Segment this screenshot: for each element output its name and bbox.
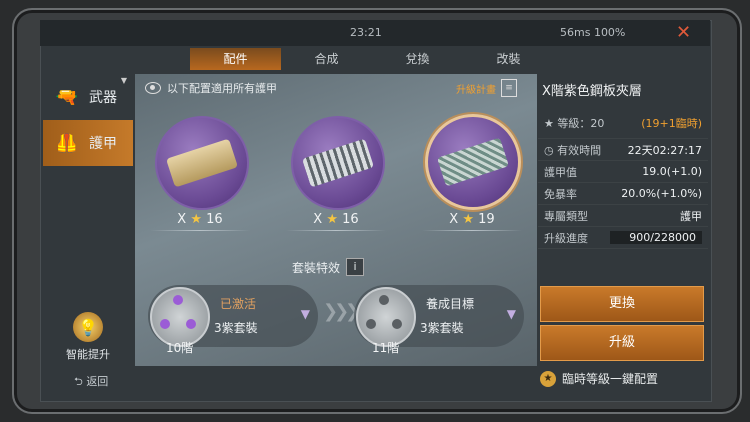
chevron-down-icon: ▼ — [506, 307, 516, 321]
smart-upgrade-button[interactable]: 💡 智能提升 — [58, 312, 118, 362]
badge-dot — [160, 319, 170, 329]
vest-icon: 🦺 — [55, 132, 79, 154]
set-status: 養成目標 — [426, 297, 475, 311]
upgrade-plan-label: 升級計畫 — [456, 84, 496, 96]
star-icon: ★ — [190, 212, 202, 227]
stat-row: 專屬類型 護甲 — [538, 205, 708, 227]
chevron-down-icon: ▼ — [120, 76, 127, 85]
set-effect-title: 套裝特效 i — [292, 258, 365, 276]
tab-parts[interactable]: 配件 — [190, 48, 281, 70]
left-nav: ▼ 🔫 武器 🦺 護甲 — [43, 74, 133, 166]
tab-bar: 配件 合成 兌換 改裝 — [190, 48, 554, 70]
back-arrow-icon: ⮌ — [74, 375, 83, 388]
divider — [422, 230, 522, 231]
set-badge-icon — [150, 287, 210, 347]
tab-exchange[interactable]: 兌換 — [372, 48, 463, 70]
set-count: 3紫套裝 — [214, 321, 258, 335]
stat-label: 護甲值 — [544, 165, 577, 179]
nav-item-armor[interactable]: 🦺 護甲 — [43, 120, 133, 166]
set-badge-icon — [356, 287, 416, 347]
set-effect-row: 已激活 3紫套裝 ▼ 10階 ❯❯❯ 養成目標 3紫套裝 ▼ 11階 — [148, 283, 528, 355]
stat-value: 20.0%(+1.0%) — [621, 187, 702, 200]
back-label: 返回 — [86, 375, 109, 388]
star-count: 16 — [342, 212, 359, 227]
eye-icon[interactable] — [145, 82, 161, 94]
stat-row: 護甲值 19.0(+1.0) — [538, 161, 708, 183]
time-value: 22天02:27:17 — [627, 143, 702, 157]
material-slot-1[interactable] — [155, 116, 249, 210]
nav-item-weapon[interactable]: ▼ 🔫 武器 — [43, 74, 133, 120]
badge-dot — [186, 319, 196, 329]
stat-row: 免暴率 20.0%(+1.0%) — [538, 183, 708, 205]
document-icon: ≡ — [501, 79, 517, 97]
upgrade-plan-button[interactable]: 升級計畫 ≡ — [456, 79, 517, 97]
quick-config-button[interactable]: ★ 臨時等級一鍵配置 — [540, 370, 658, 387]
level-row: ★ 等級：20 (19+1臨時) — [538, 108, 708, 139]
replace-button[interactable]: 更換 — [540, 286, 704, 322]
progress-value: 900/228000 — [610, 231, 702, 244]
notice-text: 以下配置適用所有護甲 — [167, 82, 277, 95]
pistol-icon: 🔫 — [55, 86, 79, 108]
material-slot-2[interactable] — [291, 116, 385, 210]
divider — [286, 230, 386, 231]
time-row: ◷ 有效時間 22天02:27:17 — [538, 139, 708, 161]
star-icon: ★ — [462, 212, 474, 227]
quick-config-label: 臨時等級一鍵配置 — [562, 372, 659, 386]
star-icon: ★ — [544, 117, 558, 130]
set-effect-target[interactable]: 養成目標 3紫套裝 ▼ — [354, 285, 524, 347]
nav-item-label: 武器 — [89, 90, 117, 106]
material-grade-3: X ★ 19 — [427, 212, 517, 227]
double-chevron-right-icon: ❯❯❯ — [323, 301, 360, 322]
progress-label: 升級進度 — [544, 231, 588, 245]
star-count: 16 — [206, 212, 223, 227]
grade-letter: X — [177, 212, 187, 227]
mesh-roll-item — [436, 137, 510, 187]
gold-roll-item — [165, 138, 239, 188]
clock-icon: ◷ — [544, 143, 558, 157]
star-coin-icon: ★ — [540, 370, 556, 387]
badge-dot — [366, 319, 376, 329]
badge-dot — [392, 319, 402, 329]
item-title: X階紫色鋼板夾層 — [542, 84, 642, 99]
stat-label: 專屬類型 — [544, 209, 588, 223]
nav-item-label: 護甲 — [89, 136, 117, 152]
grade-letter: X — [449, 212, 459, 227]
chevron-down-icon: ▼ — [300, 307, 310, 321]
steel-roll-item — [301, 138, 375, 188]
lightbulb-icon: 💡 — [73, 312, 103, 342]
badge-dot — [173, 295, 183, 305]
notice: 以下配置適用所有護甲 — [145, 80, 277, 96]
material-grade-2: X ★ 16 — [291, 212, 381, 227]
info-icon[interactable]: i — [346, 258, 365, 276]
clock: 23:21 — [350, 26, 382, 39]
smart-upgrade-label: 智能提升 — [66, 348, 110, 361]
set-level: 11階 — [372, 341, 400, 355]
tab-craft[interactable]: 合成 — [281, 48, 372, 70]
stat-value: 19.0(+1.0) — [642, 165, 702, 178]
divider — [150, 230, 250, 231]
level-label: 等級：20 — [557, 117, 605, 130]
stat-label: 免暴率 — [544, 187, 577, 201]
network-status: 56ms 100% — [560, 26, 626, 39]
detail-panel: X階紫色鋼板夾層 ★ 等級：20 (19+1臨時) ◷ 有效時間 22天02:2… — [538, 74, 708, 249]
star-icon: ★ — [326, 212, 338, 227]
grade-letter: X — [313, 212, 323, 227]
set-level: 10階 — [166, 341, 194, 355]
level-bonus: (19+1臨時) — [641, 117, 702, 130]
progress-row: 升級進度 900/228000 — [538, 227, 708, 249]
material-grade-1: X ★ 16 — [155, 212, 245, 227]
tab-modify[interactable]: 改裝 — [463, 48, 554, 70]
close-icon[interactable]: ✕ — [676, 22, 691, 43]
set-status: 已激活 — [220, 297, 257, 311]
material-slot-3[interactable] — [425, 114, 521, 210]
set-count: 3紫套裝 — [420, 321, 464, 335]
back-button[interactable]: ⮌ 返回 — [74, 373, 108, 392]
badge-dot — [379, 295, 389, 305]
set-effect-active[interactable]: 已激活 3紫套裝 ▼ — [148, 285, 318, 347]
star-count: 19 — [478, 212, 495, 227]
upgrade-button[interactable]: 升級 — [540, 325, 704, 361]
time-label: 有效時間 — [557, 143, 602, 157]
set-effect-label: 套裝特效 — [292, 260, 341, 275]
stat-value: 護甲 — [680, 209, 702, 223]
